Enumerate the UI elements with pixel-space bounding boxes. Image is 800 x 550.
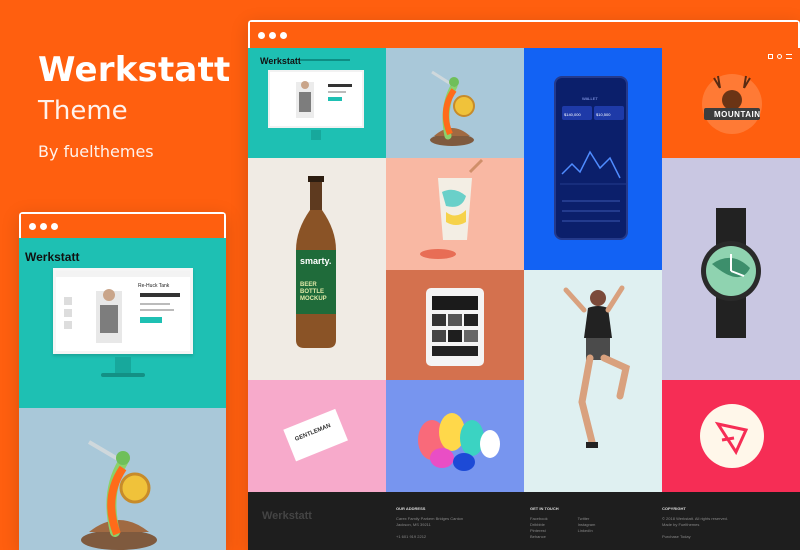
wallet-chart-icon [560,150,626,185]
bottle-label: BEER BOTTLE MOCKUP [300,282,327,302]
window-dot-icon [29,222,36,230]
mobile-hero-cell[interactable]: Werkstatt Re-Huck Tank [19,238,226,408]
wallet-amount-left: $140,000 [564,112,581,117]
site-logo[interactable]: Werkstatt [260,56,301,66]
window-dot-icon [280,31,287,39]
window-dot-icon [40,222,47,230]
promo-byline: By fuelthemes [38,142,154,161]
footer-col-copyright: COPYRIGHT © 2018 Werkstatt. All rights r… [662,506,792,540]
monitor-stand [115,357,131,373]
product-image-icon [296,81,352,118]
desktop-preview-window: Werkstatt WALLET $140,000 $10,500 MOUNTA… [248,20,800,550]
monitor-stand [311,130,321,140]
window-dot-icon [258,31,265,39]
mobile-warrior-cell[interactable] [19,408,226,550]
portfolio-item-athlete[interactable] [524,270,662,492]
window-titlebar [248,20,800,48]
portfolio-item-mountain-badge[interactable]: MOUNTAIN [662,48,800,158]
site-footer: Werkstatt OUR ADDRESS Carex Family Parke… [248,492,800,550]
portfolio-grid: Werkstatt WALLET $140,000 $10,500 MOUNTA… [248,48,800,492]
phone-mockup: WALLET $140,000 $10,500 [554,76,628,240]
monitor-mockup [268,70,364,128]
footer-phone[interactable]: +1 601 919 2212 [396,534,506,540]
bottle-brand: smarty. [300,256,332,266]
window-dot-icon [269,31,276,39]
product-title: Re-Huck Tank [138,283,170,289]
monitor-base [101,373,145,377]
deer-badge-icon [702,74,762,134]
window-titlebar [19,212,226,238]
search-icon[interactable] [777,54,782,59]
badge-text: MOUNTAIN [714,110,761,119]
promo-title: Werkstatt [38,50,231,90]
portfolio-item-kite-logo[interactable] [662,380,800,492]
monitor-mockup: Re-Huck Tank [53,268,193,354]
footer-col-address: OUR ADDRESS Carex Family Parkem Bridges … [396,506,506,540]
mobile-logo[interactable]: Werkstatt [25,250,79,264]
athlete-photo-icon [563,285,631,448]
portfolio-item-beer-bottle[interactable]: smarty. BEER BOTTLE MOCKUP [248,158,386,380]
mobile-preview-window: Werkstatt Re-Huck Tank [19,212,226,550]
wallet-title: WALLET [582,96,598,101]
warrior-illustration-icon [430,70,475,146]
top-icons [768,54,792,59]
footer-col-title: OUR ADDRESS [396,506,426,511]
window-dot-icon [51,222,58,230]
footer-link-behance[interactable]: Behance [530,534,548,540]
footer-purchase-link[interactable]: Purchase Today [662,534,792,540]
tablet-mockup-icon [426,288,484,366]
nav-dots [300,59,350,61]
bag-icon[interactable] [768,54,773,59]
warrior-illustration-icon [81,440,157,550]
portfolio-item-monitor[interactable]: Werkstatt [248,48,386,158]
pattern-eggs-icon [418,413,500,471]
portfolio-item-watch[interactable] [662,158,800,380]
kite-logo-icon [700,404,764,468]
footer-col-title: COPYRIGHT [662,506,686,511]
product-image-icon [64,289,180,343]
cup-mockup-icon [420,158,484,259]
portfolio-item-warrior[interactable] [386,48,524,158]
footer-link-linkedin[interactable]: LinkedIn [578,528,596,534]
portfolio-item-patterns[interactable] [386,380,524,492]
portfolio-item-tablet[interactable] [386,270,524,380]
promo-block: Werkstatt Theme By fuelthemes [38,50,230,161]
wallet-amount-right: $10,500 [596,112,611,117]
business-card-icon [283,408,348,462]
footer-logo[interactable]: Werkstatt [262,510,312,522]
portfolio-item-coffee-cup[interactable] [386,158,524,270]
bottle-mockup-icon [296,176,336,348]
watch-icon [701,208,761,338]
portfolio-item-wallet-app[interactable]: WALLET $140,000 $10,500 [524,48,662,270]
portfolio-item-business-card[interactable]: GENTLEMAN [248,380,386,492]
footer-col-title: GET IN TOUCH [530,506,559,511]
menu-icon[interactable] [786,54,792,59]
footer-col-social: GET IN TOUCH Facebook Dribbble Pinterest… [530,506,640,540]
promo-subtitle: Theme [38,96,128,126]
